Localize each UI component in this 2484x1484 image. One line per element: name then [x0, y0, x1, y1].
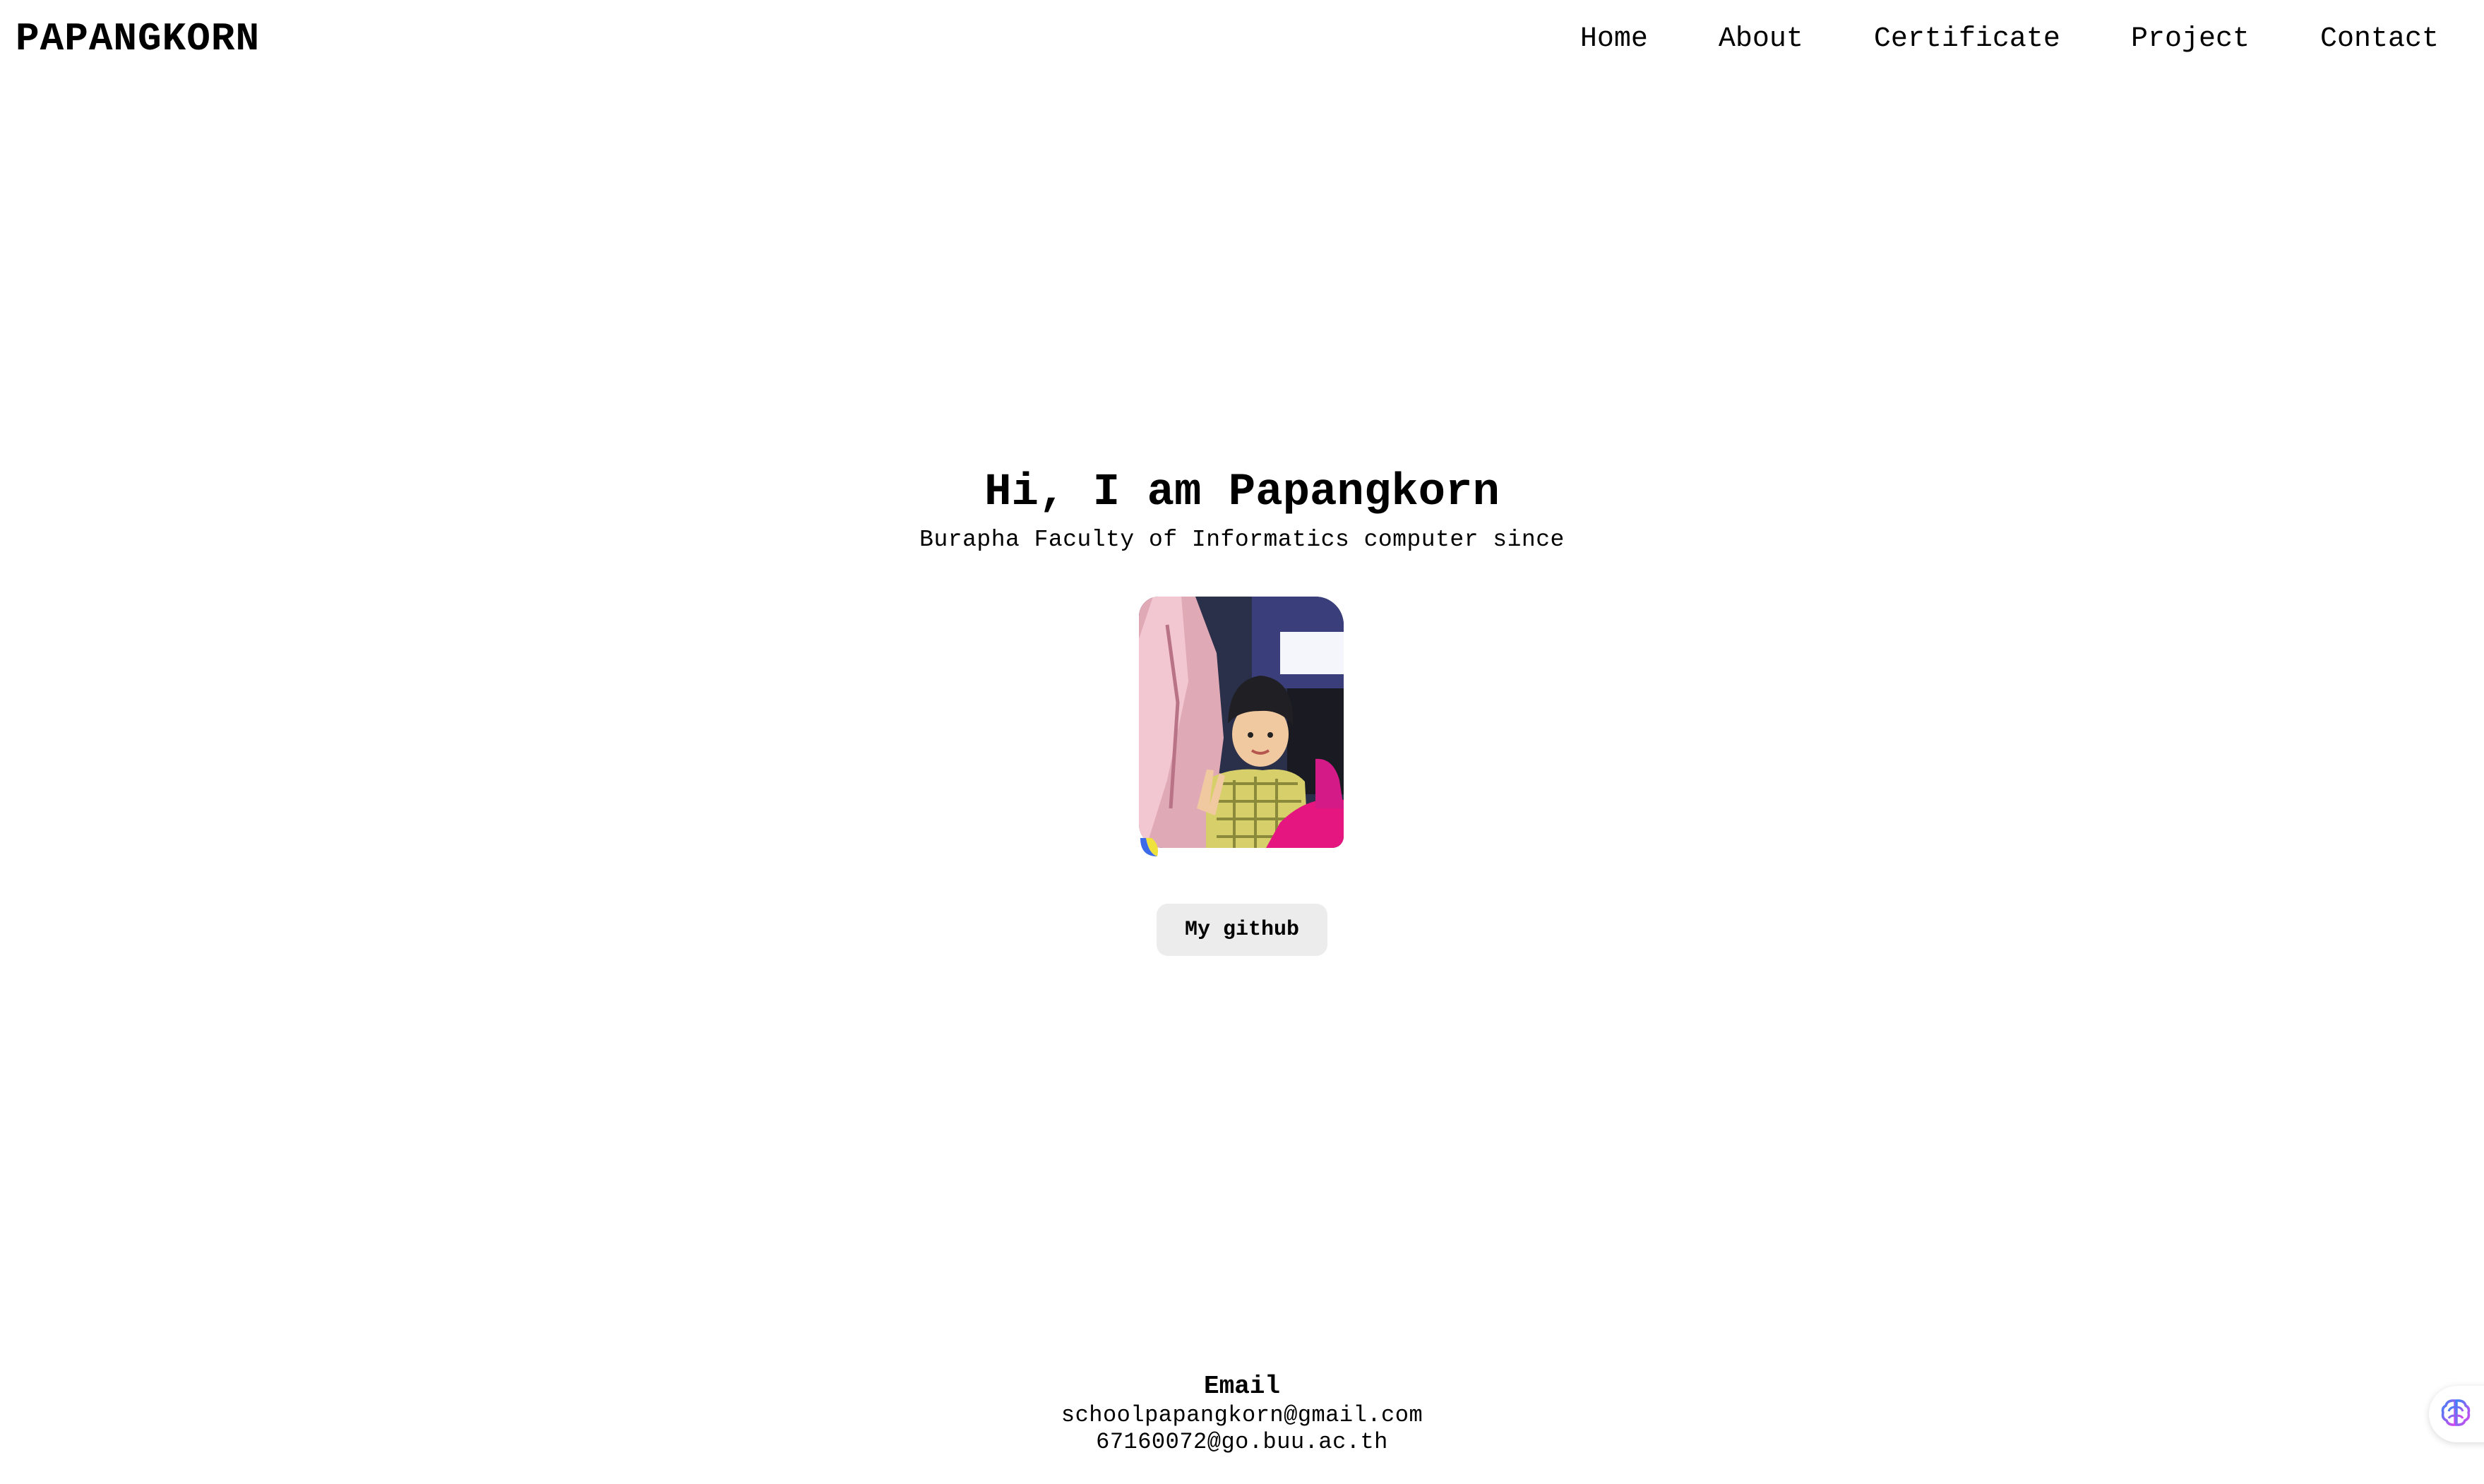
contact-footer: Email schoolpapangkorn@gmail.com 6716007… [0, 1371, 2484, 1456]
profile-photo-image [1139, 597, 1344, 848]
nav-item-project[interactable]: Project [2131, 23, 2250, 55]
email-address-university[interactable]: 67160072@go.buu.ac.th [0, 1429, 2484, 1456]
nav-item-home[interactable]: Home [1580, 23, 1648, 55]
main-nav: Home About Certificate Project Contact [1580, 10, 2439, 68]
photo-corner-badge [1140, 838, 1158, 856]
email-address-gmail[interactable]: schoolpapangkorn@gmail.com [0, 1402, 2484, 1429]
brain-icon [2440, 1397, 2471, 1432]
nav-item-contact[interactable]: Contact [2320, 23, 2439, 55]
floating-assistant-button[interactable] [2429, 1386, 2484, 1442]
nav-item-about[interactable]: About [1719, 23, 1803, 55]
hero-section: Hi, I am Papangkorn Burapha Faculty of I… [0, 462, 2484, 556]
profile-photo [1139, 597, 1344, 861]
page: PAPANGKORN Home About Certificate Projec… [0, 0, 2484, 1484]
site-logo-text[interactable]: PAPANGKORN [16, 10, 260, 68]
github-button[interactable]: My github [1157, 904, 1327, 956]
hero-title: Hi, I am Papangkorn [984, 467, 1500, 518]
hero-subtitle: Burapha Faculty of Informatics computer … [919, 527, 1565, 553]
email-heading: Email [1203, 1372, 1281, 1401]
nav-item-certificate[interactable]: Certificate [1874, 23, 2060, 55]
